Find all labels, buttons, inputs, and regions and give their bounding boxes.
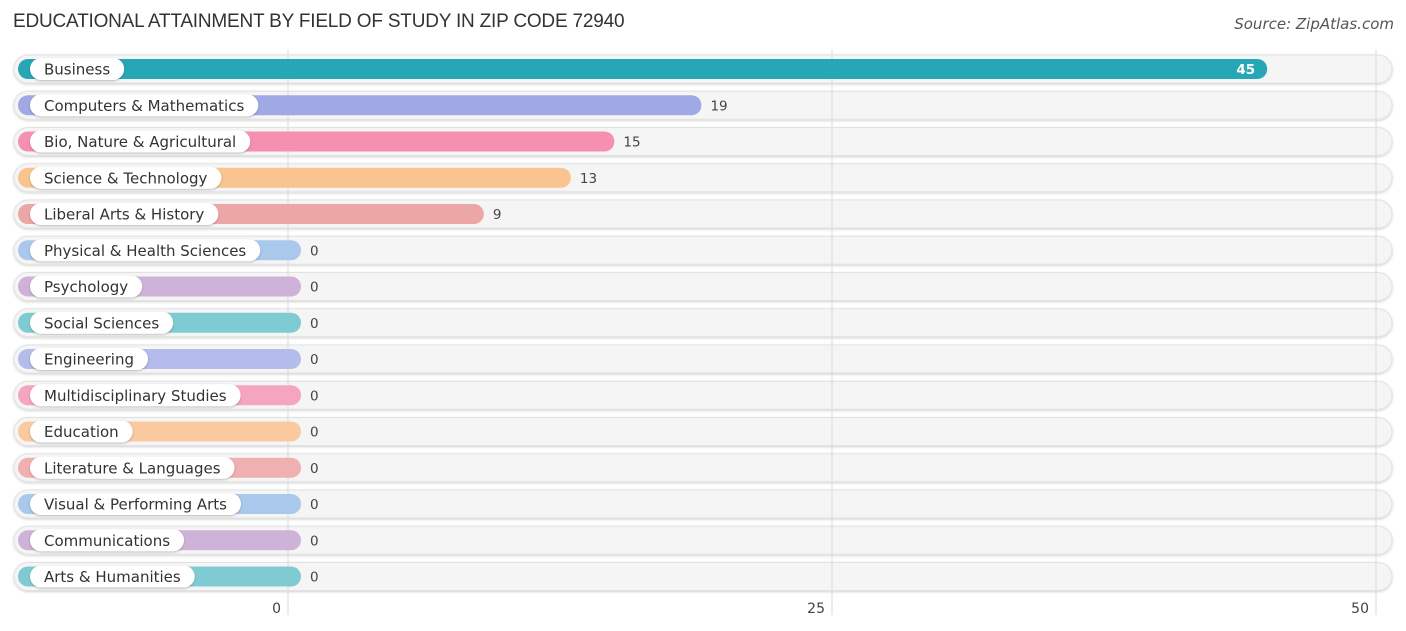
category-label: Arts & Humanities: [44, 568, 181, 586]
bar-chart: Business 45 Computers & Mathematics 19 Bio, …: [13, 50, 1393, 617]
bar-row: Physical & Health Sciences 0: [18, 239, 319, 262]
category-label: Bio, Nature & Agricultural: [44, 133, 236, 151]
bar-row: Literature & Languages 0: [18, 456, 319, 479]
value-label: 0: [310, 570, 319, 586]
category-label: Communications: [44, 532, 170, 550]
category-label: Engineering: [44, 351, 134, 369]
bar-row: Engineering 0: [18, 348, 319, 370]
value-label: 0: [310, 461, 319, 477]
category-label: Visual & Performing Arts: [44, 496, 227, 514]
value-label: 0: [310, 316, 319, 332]
bar-row: Social Sciences 0: [18, 311, 319, 334]
category-label: Liberal Arts & History: [44, 206, 204, 224]
value-label: 0: [310, 243, 319, 259]
category-label: Social Sciences: [44, 314, 159, 332]
bar-row: Multidisciplinary Studies 0: [18, 384, 319, 407]
value-label: 15: [623, 135, 640, 151]
bar-row: Arts & Humanities 0: [18, 565, 319, 588]
x-tick-label: 25: [807, 601, 825, 617]
bar[interactable]: [18, 59, 1268, 79]
value-label: 45: [1236, 62, 1255, 78]
bar-row: Science & Technology 13: [18, 166, 597, 189]
bar-row: Visual & Performing Arts 0: [18, 493, 319, 515]
bar-row: Bio, Nature & Agricultural 15: [18, 130, 641, 153]
value-label: 13: [580, 171, 597, 187]
bar-row: Computers & Mathematics 19: [18, 94, 728, 117]
category-label: Psychology: [44, 278, 128, 296]
x-tick-label: 0: [272, 601, 281, 617]
category-label: Business: [44, 61, 110, 79]
x-tick-label: 50: [1351, 601, 1369, 617]
bar-row: Communications 0: [18, 529, 319, 552]
bar-row: Business 45: [18, 58, 1268, 80]
value-label: 0: [310, 533, 319, 549]
category-label: Multidisciplinary Studies: [44, 387, 227, 405]
bar-row: Education 0: [18, 420, 319, 443]
category-label: Education: [44, 423, 119, 441]
value-label: 9: [493, 207, 502, 223]
bar-row: Liberal Arts & History 9: [18, 203, 501, 225]
value-label: 0: [310, 497, 319, 513]
value-label: 0: [310, 352, 319, 368]
category-label: Literature & Languages: [44, 459, 221, 477]
value-label: 0: [310, 388, 319, 404]
category-label: Science & Technology: [44, 169, 208, 187]
category-label: Computers & Mathematics: [44, 97, 244, 115]
value-label: 0: [310, 425, 319, 441]
category-label: Physical & Health Sciences: [44, 242, 246, 260]
value-label: 0: [310, 280, 319, 296]
value-label: 19: [710, 98, 727, 114]
bar-row: Psychology 0: [18, 275, 319, 298]
